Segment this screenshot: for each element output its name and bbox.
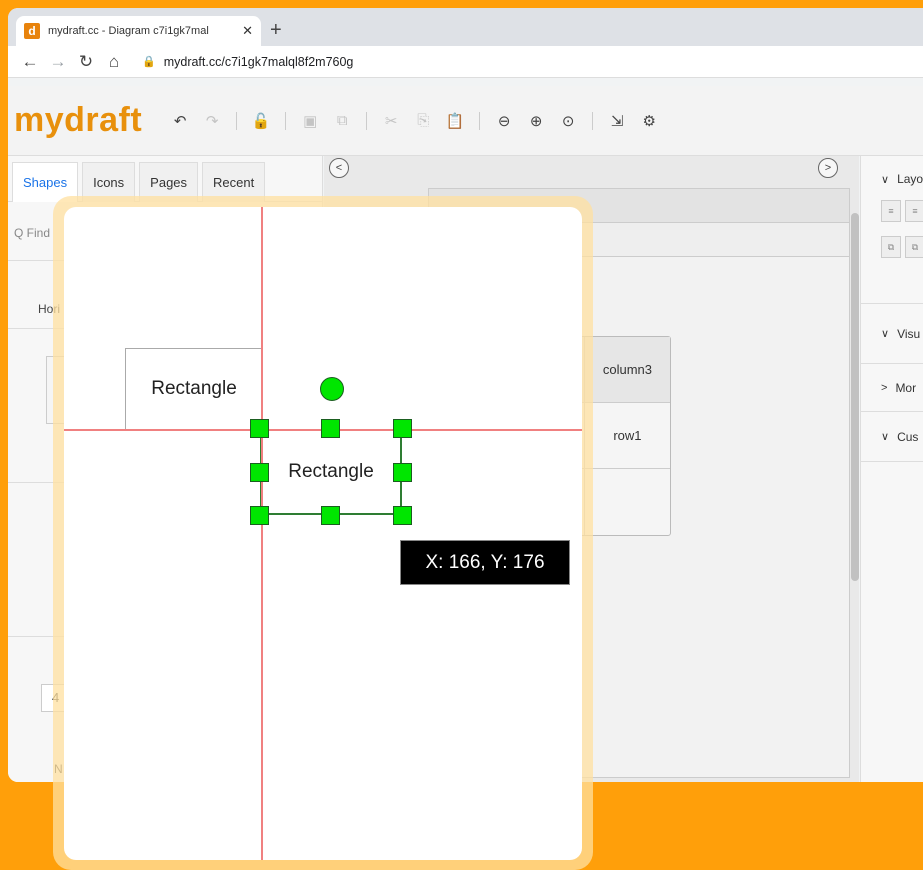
new-tab-button[interactable]: +	[270, 20, 282, 40]
right-panel: ∨ Layo ≡ ≡ ⧉ ⧉ ∨ Visu > Mor ∨ Cus	[860, 156, 923, 782]
group-button[interactable]: ▣	[297, 108, 323, 134]
address-bar: ← → ↻ ⌂ 🔒 mydraft.cc/c7i1gk7malql8f2m760…	[8, 46, 923, 78]
url-field[interactable]: mydraft.cc/c7i1gk7malql8f2m760g	[164, 55, 354, 69]
resize-handle-right[interactable]	[393, 463, 412, 482]
settings-button[interactable]: ⚙	[636, 108, 662, 134]
zoom-overlay: Rectangle Rectangle X: 166, Y: 176	[64, 207, 582, 860]
cut-button[interactable]: ✂	[378, 108, 404, 134]
visual-section[interactable]: ∨ Visu	[861, 304, 923, 364]
chevron-right-icon: >	[881, 381, 888, 394]
copy-button[interactable]: ⎘	[410, 108, 436, 134]
toolbar-divider	[592, 111, 594, 130]
lock-button[interactable]: 🔓	[248, 108, 274, 134]
chevron-down-icon: ∨	[881, 431, 890, 443]
vertical-snap-guide	[261, 207, 263, 860]
paste-button[interactable]: 📋	[442, 108, 468, 134]
play-button[interactable]: ⊙	[555, 108, 581, 134]
resize-handle-top-right[interactable]	[393, 419, 412, 438]
rectangle-shape[interactable]: Rectangle	[125, 348, 263, 430]
redo-button[interactable]: ↷	[199, 108, 225, 134]
undo-button[interactable]: ↶	[167, 108, 193, 134]
resize-handle-bottom-left[interactable]	[250, 506, 269, 525]
section-title: Layo	[897, 172, 923, 186]
send-backward-icon[interactable]: ⧉	[905, 236, 923, 258]
tab-title: mydraft.cc - Diagram c7i1gk7mal	[48, 25, 209, 37]
order-buttons: ⧉ ⧉	[881, 236, 923, 258]
browser-tab[interactable]: d mydraft.cc - Diagram c7i1gk7mal ✕	[16, 16, 261, 46]
resize-handle-bottom-right[interactable]	[393, 506, 412, 525]
zoom-in-button[interactable]: ⊕	[523, 108, 549, 134]
export-button[interactable]: ⇲	[604, 108, 630, 134]
bring-forward-icon[interactable]: ⧉	[881, 236, 901, 258]
toolbar-divider	[285, 111, 287, 130]
toolbar-divider	[366, 111, 368, 130]
rotate-handle[interactable]	[320, 377, 344, 401]
browser-tabbar: d mydraft.cc - Diagram c7i1gk7mal ✕ +	[8, 8, 923, 46]
custom-section[interactable]: ∨ Cus	[861, 412, 923, 462]
mydraft-logo: mydraft	[14, 101, 143, 139]
back-button[interactable]: ←	[18, 52, 42, 72]
tab-close-icon[interactable]: ✕	[242, 23, 253, 39]
resize-handle-top-left[interactable]	[250, 419, 269, 438]
align-left-icon[interactable]: ≡	[881, 200, 901, 222]
canvas-scrollbar[interactable]	[851, 213, 859, 581]
shape-search-input[interactable]: Q Find	[14, 226, 50, 240]
toolbar-divider	[236, 111, 238, 130]
zoom-out-button[interactable]: ⊖	[491, 108, 517, 134]
more-section[interactable]: > Mor	[861, 364, 923, 412]
chevron-down-icon: ∨	[881, 328, 890, 340]
align-buttons: ≡ ≡	[881, 200, 923, 222]
mydraft-favicon-icon: d	[24, 23, 40, 39]
chevron-down-icon: ∨	[881, 174, 890, 186]
coordinate-tooltip: X: 166, Y: 176	[400, 540, 570, 585]
selected-rectangle-shape[interactable]: Rectangle	[260, 429, 402, 515]
resize-handle-left[interactable]	[250, 463, 269, 482]
align-center-icon[interactable]: ≡	[905, 200, 923, 222]
table-cell: row1	[613, 428, 642, 443]
section-title: Cus	[897, 429, 919, 444]
lock-icon: 🔒	[142, 56, 156, 68]
collapse-left-button[interactable]: <	[329, 158, 349, 178]
resize-handle-bottom[interactable]	[321, 506, 340, 525]
rectangle-label: Rectangle	[288, 461, 374, 482]
app-toolbar: mydraft ↶ ↷ 🔓 ▣ ⧉ ✂ ⎘ 📋 ⊖ ⊕ ⊙ ⇲ ⚙	[8, 86, 923, 156]
home-button[interactable]: ⌂	[102, 52, 126, 72]
forward-button[interactable]: →	[46, 52, 70, 72]
resize-handle-top[interactable]	[321, 419, 340, 438]
ungroup-button[interactable]: ⧉	[329, 108, 355, 134]
section-title: Visu	[897, 326, 921, 341]
toolbar-divider	[479, 111, 481, 130]
table-header-cell: column3	[602, 362, 652, 377]
collapse-right-button[interactable]: >	[818, 158, 838, 178]
reload-button[interactable]: ↻	[74, 52, 98, 72]
layout-section[interactable]: ∨ Layo ≡ ≡ ⧉ ⧉	[861, 156, 923, 304]
section-title: Mor	[895, 380, 917, 395]
table-cell	[585, 469, 670, 535]
